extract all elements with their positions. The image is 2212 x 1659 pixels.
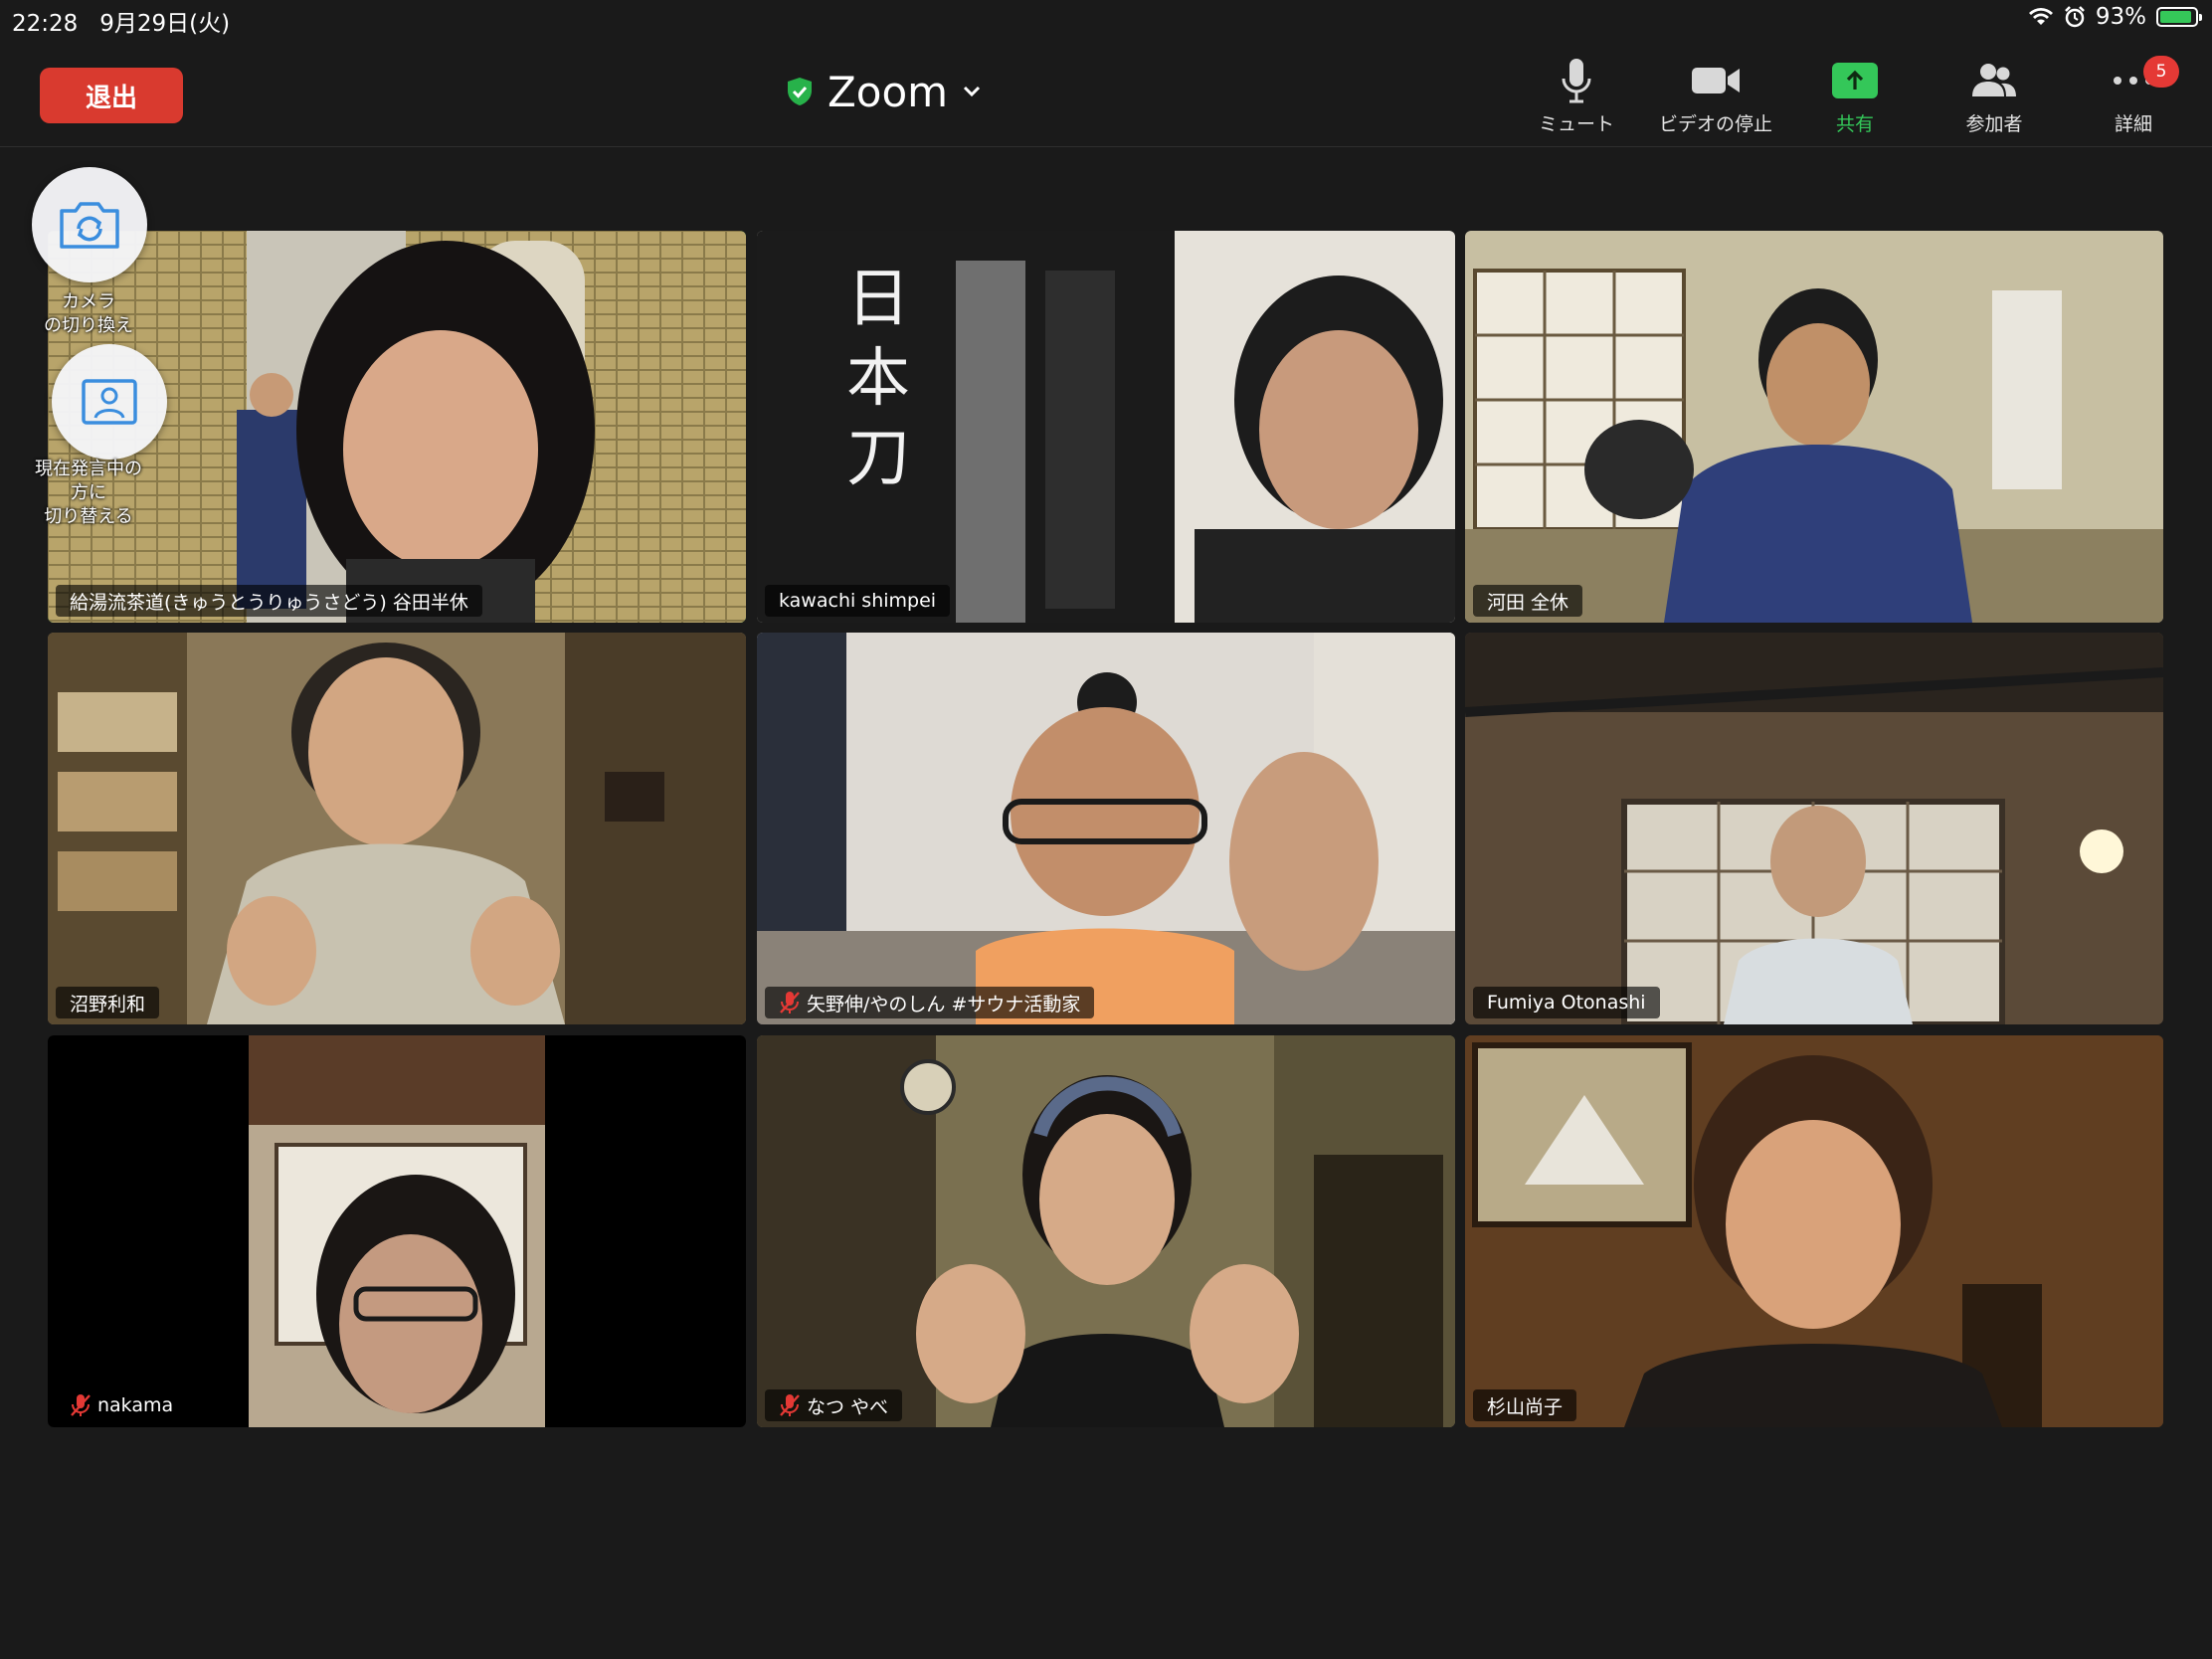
svg-text:刀: 刀 xyxy=(846,422,910,495)
camera-switch-icon xyxy=(60,202,119,249)
alarm-icon xyxy=(2064,6,2085,28)
more-label: 詳細 xyxy=(2114,113,2152,135)
participant-name-tag: 沼野利和 xyxy=(56,987,160,1018)
share-label: 共有 xyxy=(1835,113,1874,135)
participant-name: 矢野伸/やのしん #サウナ活動家 xyxy=(807,993,1081,1015)
video-tile-7[interactable]: nakama xyxy=(48,1035,746,1427)
participant-video xyxy=(757,633,1455,1024)
participant-video xyxy=(1465,231,2163,623)
participant-video xyxy=(48,1035,746,1427)
switch-to-speaker-button[interactable] xyxy=(52,344,167,460)
svg-text:本: 本 xyxy=(846,342,910,416)
video-tile-8[interactable]: なつ やべ xyxy=(757,1035,1455,1427)
mute-label: ミュート xyxy=(1538,113,1614,135)
participant-name: nakama xyxy=(97,1394,174,1416)
participants-icon xyxy=(1972,64,2016,96)
meeting-toolbar: 退出 Zoom ミュート ビデオの停止 共有 参加者 詳細 5 xyxy=(0,40,2212,147)
participant-name-tag: 給湯流茶道(きゅうとうりゅうさどう) 谷田半休 xyxy=(56,585,482,617)
clock-date: 9月29日(火) xyxy=(99,11,231,37)
switch-to-speaker-text: 現在発言中の 方に 切り替える xyxy=(35,459,142,527)
participant-name-tag: 矢野伸/やのしん #サウナ活動家 xyxy=(765,987,1095,1018)
switch-camera-button[interactable] xyxy=(32,167,147,282)
participant-video xyxy=(1465,1035,2163,1427)
participant-name: 沼野利和 xyxy=(70,993,146,1015)
participant-video xyxy=(1465,633,2163,1024)
battery-percent: 93% xyxy=(2095,4,2146,30)
chevron-down-icon xyxy=(964,86,981,97)
stop-video-button[interactable]: ビデオの停止 xyxy=(1656,54,1775,136)
switch-camera-text: カメラ の切り換え xyxy=(44,291,133,336)
participants-label: 参加者 xyxy=(1965,113,2023,135)
participant-name: 杉山尚子 xyxy=(1487,1395,1564,1418)
shield-check-icon xyxy=(788,78,812,105)
video-tile-9[interactable]: 杉山尚子 xyxy=(1465,1035,2163,1427)
participant-name-tag: Fumiya Otonashi xyxy=(1473,987,1660,1018)
status-icons: 93% xyxy=(2028,4,2202,30)
status-bar: 22:28 9月29日(火) 93% xyxy=(0,0,2212,40)
video-tile-2[interactable]: 日 本 刀 kawachi shimpei xyxy=(757,231,1455,623)
participant-name: kawachi shimpei xyxy=(779,590,937,612)
leave-button[interactable]: 退出 xyxy=(40,68,183,123)
wifi-icon xyxy=(2028,8,2053,25)
participant-video xyxy=(48,633,746,1024)
microphone-icon xyxy=(1562,59,1591,103)
participant-name-tag: nakama xyxy=(56,1389,188,1421)
participant-name: Fumiya Otonashi xyxy=(1487,992,1646,1014)
switch-camera-label: カメラ の切り換え xyxy=(14,290,163,338)
video-tile-4[interactable]: 沼野利和 xyxy=(48,633,746,1024)
more-button[interactable]: 詳細 5 xyxy=(2074,54,2193,136)
mute-button[interactable]: ミュート xyxy=(1517,54,1636,136)
active-speaker-icon xyxy=(82,379,137,425)
video-tile-5[interactable]: 矢野伸/やのしん #サウナ活動家 xyxy=(757,633,1455,1024)
video-tile-6[interactable]: Fumiya Otonashi xyxy=(1465,633,2163,1024)
muted-microphone-icon xyxy=(780,1394,800,1416)
share-button[interactable]: 共有 xyxy=(1795,54,1915,136)
video-camera-icon xyxy=(1692,68,1740,93)
svg-text:日: 日 xyxy=(846,263,910,336)
clock-time: 22:28 xyxy=(12,11,79,37)
participant-name-tag: 河田 全休 xyxy=(1473,585,1583,617)
meeting-title: Zoom xyxy=(828,67,949,116)
meeting-title-dropdown[interactable]: Zoom xyxy=(786,62,982,121)
participant-name: 河田 全休 xyxy=(1487,591,1569,614)
participant-name: 給湯流茶道(きゅうとうりゅうさどう) 谷田半休 xyxy=(70,591,468,614)
muted-microphone-icon xyxy=(780,992,800,1014)
participant-video: 日 本 刀 xyxy=(757,231,1455,623)
stop-video-label: ビデオの停止 xyxy=(1658,113,1772,135)
switch-to-speaker-label: 現在発言中の 方に 切り替える xyxy=(14,458,163,529)
share-arrow-icon xyxy=(1832,63,1878,98)
status-time: 22:28 9月29日(火) xyxy=(12,4,230,38)
participant-name-tag: 杉山尚子 xyxy=(1473,1389,1577,1421)
participants-button[interactable]: 参加者 xyxy=(1935,54,2054,136)
video-tile-3[interactable]: 河田 全休 xyxy=(1465,231,2163,623)
participant-name-tag: なつ やべ xyxy=(765,1389,903,1421)
notification-badge: 5 xyxy=(2143,56,2179,88)
muted-microphone-icon xyxy=(71,1394,91,1416)
participant-name: なつ やべ xyxy=(807,1395,889,1418)
participant-video xyxy=(757,1035,1455,1427)
battery-charging-icon xyxy=(2156,7,2202,27)
participant-name-tag: kawachi shimpei xyxy=(765,585,951,617)
